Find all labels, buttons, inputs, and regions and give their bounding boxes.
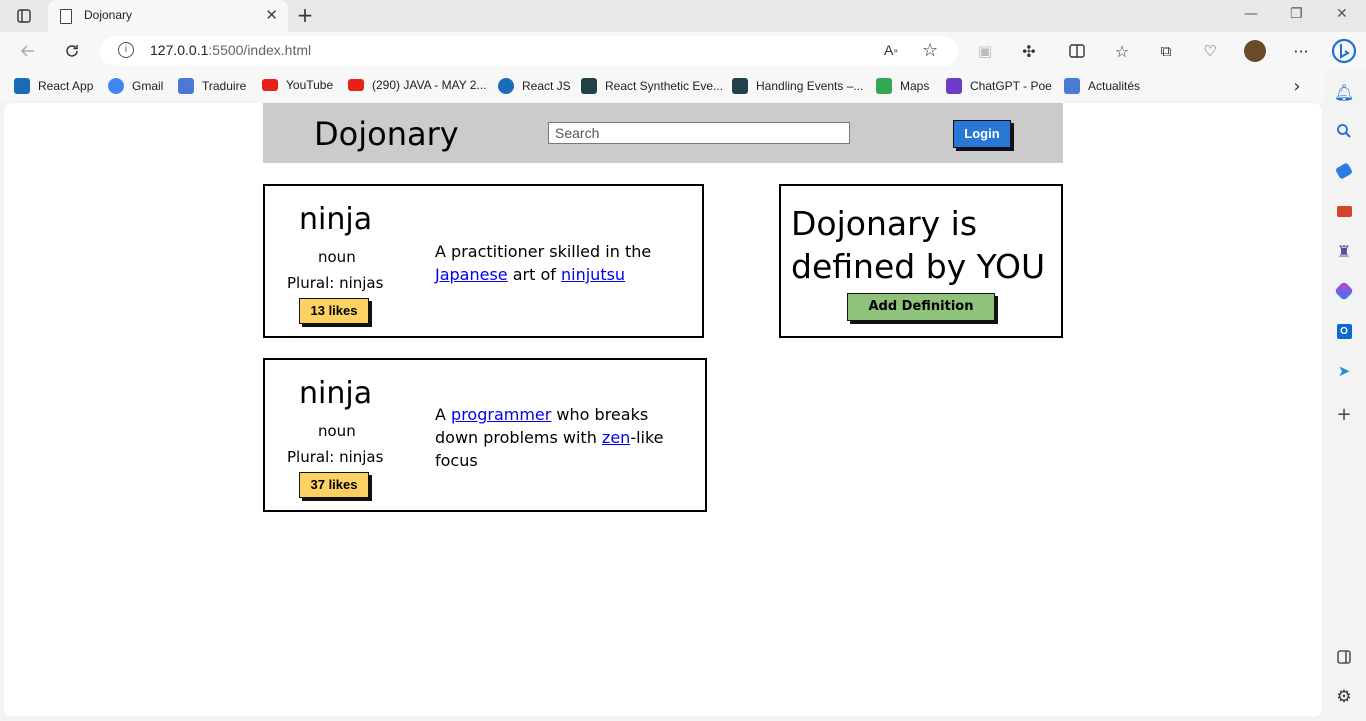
copilot-icon[interactable] [1330, 36, 1358, 66]
promo-card: Dojonary is defined by YOU Add Definition [779, 184, 1063, 338]
notifications-bell-icon[interactable]: 🔔︎ [1334, 82, 1354, 102]
close-tab-icon[interactable]: ✕ [265, 6, 278, 24]
restore-icon[interactable]: ❐ [1290, 6, 1303, 22]
back-icon[interactable] [18, 41, 38, 61]
tab-title: Dojonary [84, 8, 133, 22]
microsoft-365-icon[interactable] [1334, 281, 1354, 301]
page-icon [60, 9, 72, 24]
react-icon [732, 78, 748, 94]
bookmarks-bar: React App Gmail Traduire YouTube (290) J… [0, 70, 1366, 102]
part-of-speech: noun [318, 422, 356, 440]
add-definition-button[interactable]: Add Definition [847, 293, 995, 321]
bookmark-gmail[interactable]: Gmail [108, 78, 163, 94]
site-logo-title[interactable]: Dojonary [314, 115, 459, 153]
likes-button[interactable]: 37 likes [299, 472, 369, 498]
translate-icon [178, 78, 194, 94]
definition-link[interactable]: zen [602, 428, 630, 447]
part-of-speech: noun [318, 248, 356, 266]
more-menu-icon[interactable]: ··· [1291, 41, 1311, 61]
tools-briefcase-icon[interactable] [1334, 201, 1354, 221]
definition-card: ninja noun Plural: ninjas 13 likes A pra… [263, 184, 704, 338]
outlook-icon[interactable]: O [1334, 321, 1354, 341]
page-viewport: Dojonary Search Login ninja noun Plural:… [4, 103, 1322, 716]
sidebar-settings-gear-icon[interactable]: ⚙ [1334, 687, 1354, 707]
bookmark-chatgpt-poe[interactable]: ChatGPT - Poe [946, 78, 1052, 94]
definition-text: A practitioner skilled in the Japanese a… [435, 242, 652, 284]
dojonary-page: Dojonary Search Login ninja noun Plural:… [4, 103, 1322, 716]
definition-link[interactable]: programmer [451, 405, 551, 424]
definition-card: ninja noun Plural: ninjas 37 likes A pro… [263, 358, 707, 512]
url-text: 127.0.0.1:5500/index.html [150, 42, 312, 58]
profile-avatar[interactable] [1244, 40, 1266, 62]
games-chess-icon[interactable]: ♜ [1334, 241, 1354, 261]
shield-icon[interactable]: ▣ [975, 41, 995, 61]
youtube-icon [262, 79, 278, 91]
react-icon [498, 78, 514, 94]
bookmark-youtube[interactable]: YouTube [262, 78, 333, 92]
browser-tab[interactable]: Dojonary ✕ [48, 0, 288, 32]
promo-headline: Dojonary is defined by YOU [791, 204, 1046, 286]
site-info-icon[interactable]: i [118, 42, 134, 58]
address-bar[interactable]: i 127.0.0.1:5500/index.html A» ☆ [100, 36, 958, 66]
maps-icon [876, 78, 892, 94]
window-close-icon[interactable]: ✕ [1336, 6, 1348, 22]
bookmark-actualites[interactable]: Actualités [1064, 78, 1140, 94]
collections-icon[interactable]: ⧉ [1156, 41, 1176, 61]
search-icon[interactable] [1334, 121, 1354, 141]
tab-actions-icon[interactable] [16, 8, 32, 24]
react-icon [14, 78, 30, 94]
browser-tab-bar: Dojonary ✕ + — ❐ ✕ [0, 0, 1366, 32]
site-header: Dojonary Search Login [263, 103, 1063, 163]
new-tab-icon[interactable]: + [295, 3, 315, 27]
favorites-icon[interactable]: ☆ [1112, 41, 1132, 61]
send-drop-icon[interactable]: ➤ [1334, 361, 1354, 381]
definition-link[interactable]: Japanese [435, 265, 508, 284]
bookmark-handling-events[interactable]: Handling Events –... [732, 78, 863, 94]
minimize-icon[interactable]: — [1244, 6, 1258, 22]
bookmark-react-app[interactable]: React App [14, 78, 93, 94]
react-icon [581, 78, 597, 94]
youtube-icon [348, 79, 364, 91]
bookmark-traduire[interactable]: Traduire [178, 78, 246, 94]
poe-icon [946, 78, 962, 94]
login-button[interactable]: Login [953, 120, 1011, 148]
google-icon [108, 78, 124, 94]
bookmark-react-js[interactable]: React JS [498, 78, 571, 94]
definition-word: ninja [299, 376, 373, 411]
definition-link[interactable]: ninjutsu [561, 265, 625, 284]
likes-button[interactable]: 13 likes [299, 298, 369, 324]
bookmark-maps[interactable]: Maps [876, 78, 929, 94]
news-icon [1064, 78, 1080, 94]
favorite-star-icon[interactable]: ☆ [922, 40, 938, 61]
chevron-right-icon[interactable]: › [1288, 76, 1306, 97]
definition-text: A programmer who breaks down problems wi… [435, 405, 664, 470]
browser-essentials-icon[interactable]: ♡ [1200, 41, 1220, 61]
shopping-tag-icon[interactable] [1334, 161, 1354, 181]
definition-word: ninja [299, 202, 373, 237]
extensions-icon[interactable]: ✣ [1019, 41, 1039, 61]
search-input[interactable]: Search [548, 122, 850, 144]
address-toolbar: i 127.0.0.1:5500/index.html A» ☆ ▣ ✣ ☆ ⧉… [0, 32, 1366, 70]
split-screen-icon[interactable] [1067, 41, 1087, 61]
plural-form: Plural: ninjas [287, 448, 384, 466]
bookmark-react-synthetic-events[interactable]: React Synthetic Eve... [581, 78, 723, 94]
read-aloud-icon[interactable]: A» [884, 42, 898, 58]
hide-sidebar-icon[interactable] [1334, 647, 1354, 667]
refresh-icon[interactable] [62, 41, 82, 61]
plural-form: Plural: ninjas [287, 274, 384, 292]
bookmark-java-playlist[interactable]: (290) JAVA - MAY 2... [348, 78, 487, 92]
add-sidebar-app-icon[interactable]: + [1334, 404, 1354, 425]
